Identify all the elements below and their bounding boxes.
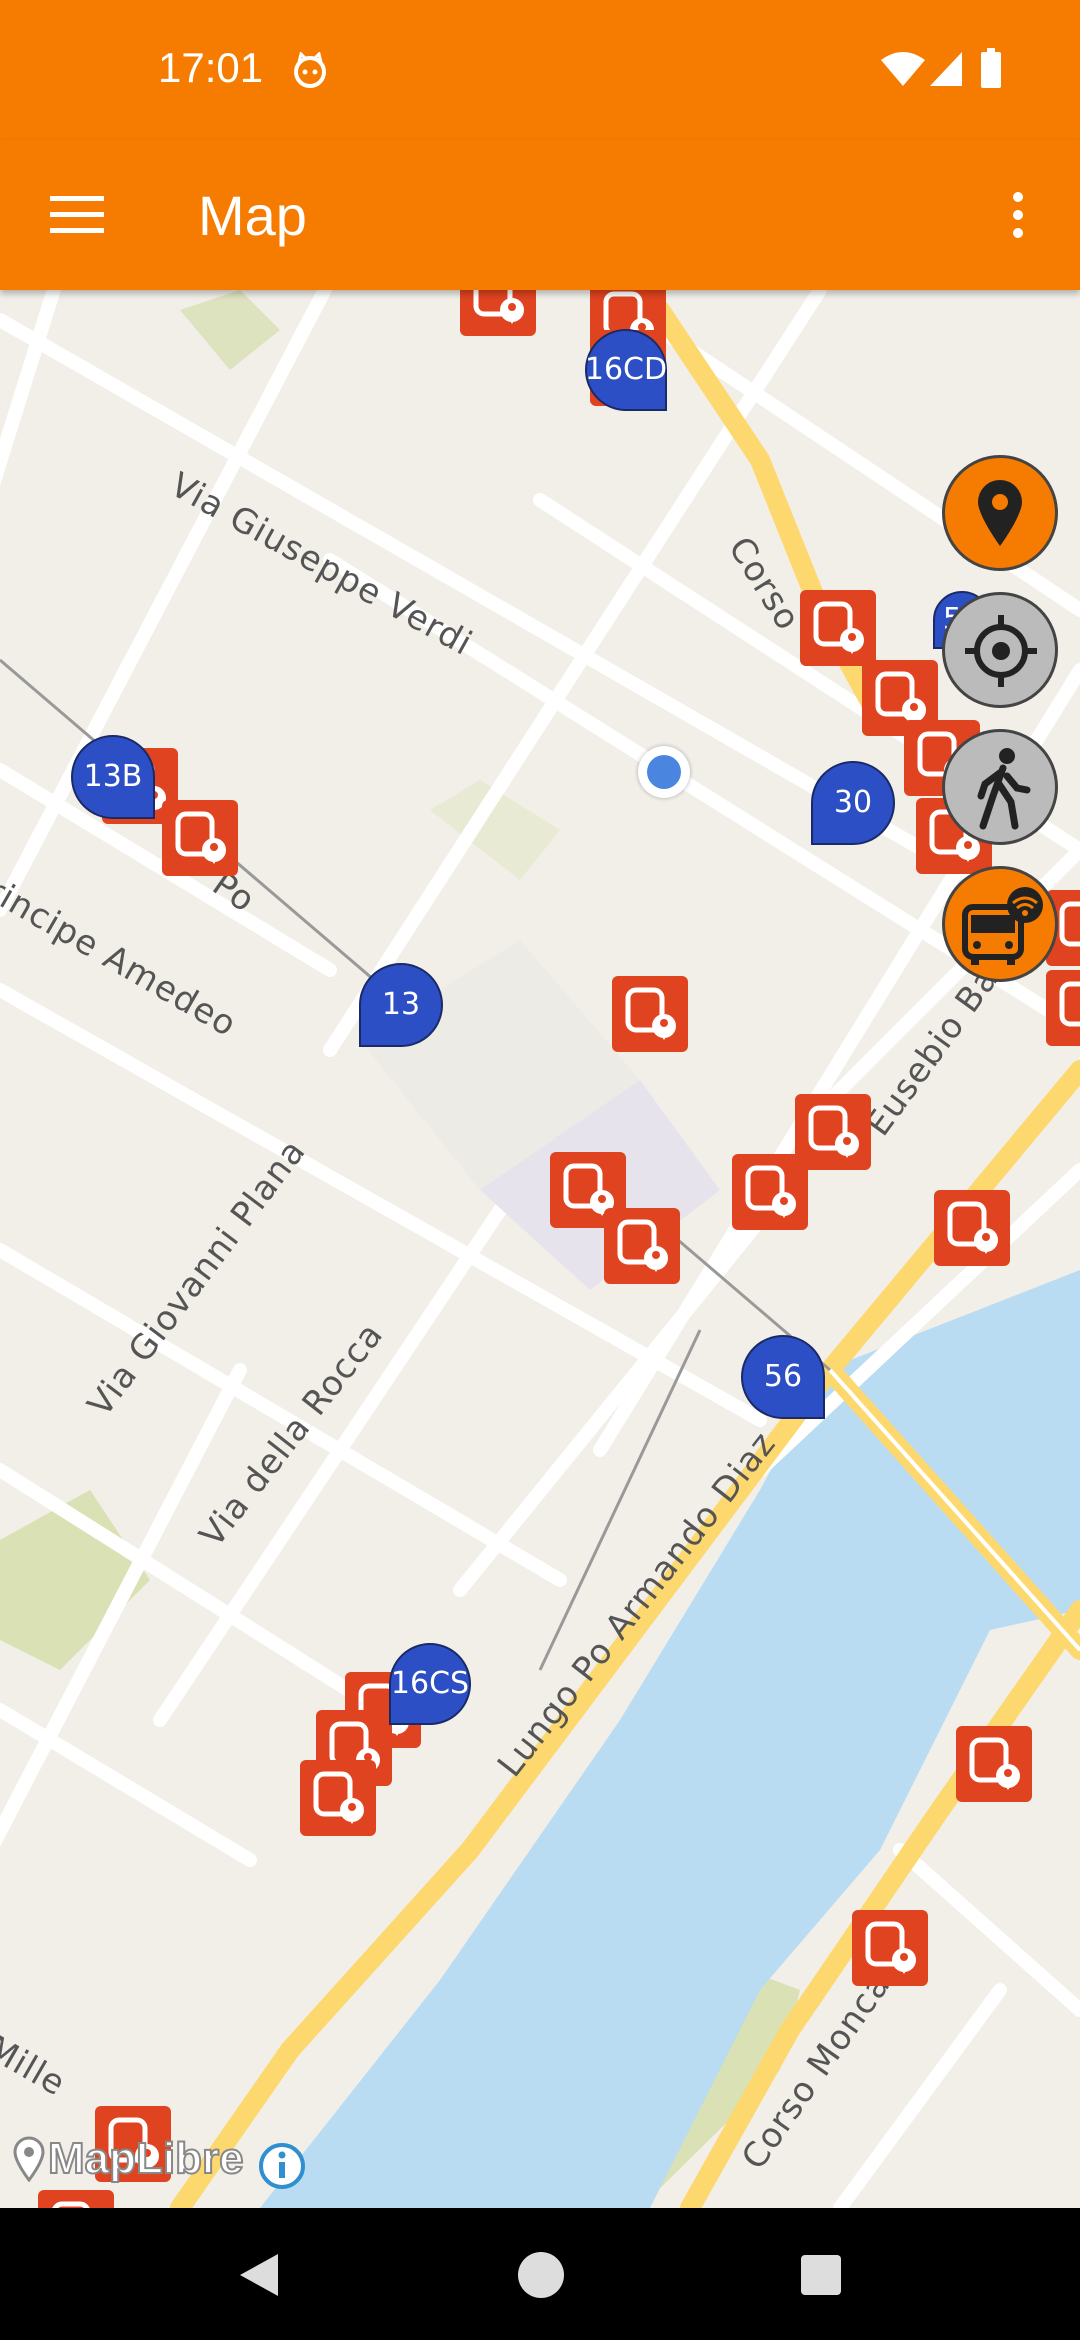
back-nav-icon[interactable] bbox=[234, 2250, 284, 2300]
crosshair-icon bbox=[965, 615, 1037, 687]
page-title: Map bbox=[198, 184, 307, 247]
bus-stop-marker[interactable] bbox=[162, 800, 238, 876]
route-pin[interactable]: 16CS bbox=[388, 1642, 472, 1726]
route-pin[interactable]: 13 bbox=[358, 962, 444, 1048]
live-bus-button[interactable] bbox=[942, 866, 1058, 982]
walking-person-icon bbox=[977, 748, 1031, 830]
route-pin[interactable]: 13B bbox=[70, 734, 156, 820]
bus-stop-marker[interactable] bbox=[852, 1910, 928, 1986]
my-location-button[interactable] bbox=[942, 592, 1058, 708]
route-pin[interactable]: 30 bbox=[810, 760, 896, 846]
bus-stop-marker[interactable] bbox=[1046, 970, 1080, 1046]
location-pin-icon bbox=[978, 480, 1022, 546]
signal-icon bbox=[930, 52, 962, 86]
app-bar: Map bbox=[0, 140, 1080, 290]
user-location-dot bbox=[638, 746, 690, 798]
bus-stop-marker[interactable] bbox=[612, 976, 688, 1052]
recents-nav-icon[interactable] bbox=[800, 2254, 842, 2296]
route-pin-label: 13 bbox=[381, 987, 421, 1022]
route-pin-label: 16CD bbox=[584, 352, 668, 387]
notification-cat-icon bbox=[294, 52, 326, 88]
route-pin[interactable]: 16CD bbox=[584, 328, 668, 412]
hamburger-menu-icon[interactable] bbox=[50, 194, 104, 234]
info-icon[interactable] bbox=[258, 2142, 306, 2190]
bus-stop-marker[interactable] bbox=[460, 290, 536, 336]
home-nav-icon[interactable] bbox=[516, 2250, 566, 2300]
status-time: 17:01 bbox=[158, 44, 264, 91]
attribution-text: MapLibre bbox=[47, 2133, 245, 2184]
bus-stop-marker[interactable] bbox=[800, 590, 876, 666]
bus-stop-marker[interactable] bbox=[732, 1154, 808, 1230]
battery-icon bbox=[981, 48, 1001, 88]
navigation-bar bbox=[0, 2208, 1080, 2340]
route-pin-label: 16CS bbox=[390, 1666, 470, 1701]
route-pin-label: 30 bbox=[833, 785, 873, 820]
bus-stop-marker[interactable] bbox=[300, 1760, 376, 1836]
route-pin[interactable]: 56 bbox=[740, 1334, 826, 1420]
maplibre-logo-icon bbox=[13, 2136, 45, 2182]
more-vert-icon[interactable] bbox=[1006, 190, 1030, 240]
walking-button[interactable] bbox=[942, 729, 1058, 845]
bus-stop-marker[interactable] bbox=[38, 2190, 114, 2208]
bus-wifi-icon bbox=[962, 887, 1043, 965]
route-pin-label: 13B bbox=[83, 759, 143, 794]
place-pin-button[interactable] bbox=[942, 455, 1058, 571]
wifi-icon bbox=[881, 52, 925, 86]
map-view[interactable]: Via Giuseppe Verdi Corso rincipe Amedeo … bbox=[0, 290, 1080, 2208]
route-pin-label: 56 bbox=[763, 1359, 803, 1394]
bus-stop-marker[interactable] bbox=[956, 1726, 1032, 1802]
bus-stop-marker[interactable] bbox=[604, 1208, 680, 1284]
status-bar: 17:01 bbox=[0, 0, 1080, 140]
bus-stop-marker[interactable] bbox=[934, 1190, 1010, 1266]
